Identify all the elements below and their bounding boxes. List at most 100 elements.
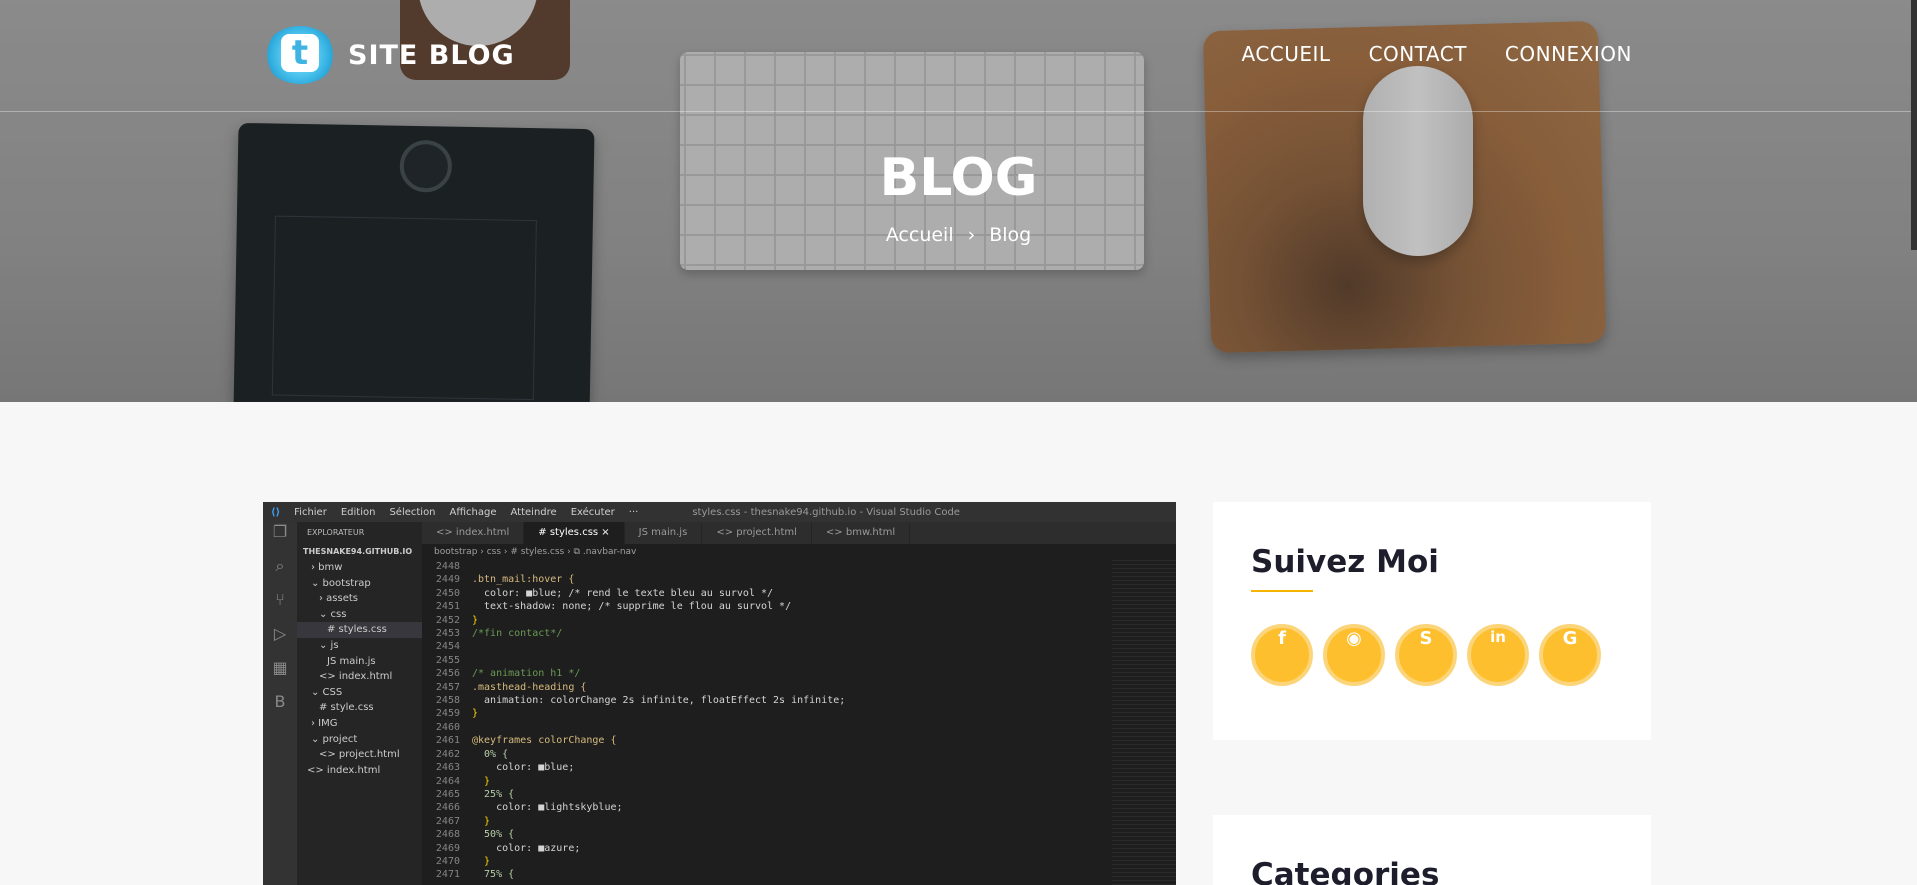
code-text: } bbox=[472, 614, 479, 626]
breadcrumb-current: Blog bbox=[989, 224, 1032, 246]
follow-title: Suivez Moi bbox=[1251, 544, 1439, 580]
explorer-item: <> project.html bbox=[319, 749, 400, 761]
code-line: 2452} bbox=[422, 614, 1112, 627]
code-text: 25% { bbox=[472, 788, 515, 800]
post-featured-image[interactable]: ⟨⟩ Fichier Edition Sélection Affichage A… bbox=[263, 502, 1176, 885]
code-line: 2471 75% { bbox=[422, 868, 1112, 881]
line-number: 2453 bbox=[435, 628, 460, 640]
linkedin-icon[interactable]: in bbox=[1467, 624, 1529, 686]
breadcrumb: Accueil › Blog bbox=[0, 224, 1917, 246]
nav-accueil[interactable]: ACCUEIL bbox=[1242, 42, 1331, 66]
code-text: } bbox=[472, 815, 491, 827]
line-number: 2456 bbox=[435, 668, 460, 680]
line-number: 2448 bbox=[435, 561, 460, 572]
code-text: } bbox=[472, 775, 491, 787]
brand[interactable]: t SITE BLOG bbox=[264, 26, 515, 84]
line-number: 2458 bbox=[435, 695, 460, 707]
line-number: 2450 bbox=[435, 587, 460, 599]
code-text: color: ■blue; /* rend le texte bleu au s… bbox=[472, 587, 774, 599]
vs-tab: <> index.html bbox=[422, 522, 525, 544]
code-line: 2467 } bbox=[422, 815, 1112, 828]
vs-tabs: <> index.html # styles.css × JS main.js … bbox=[422, 522, 1176, 544]
breadcrumb-home[interactable]: Accueil bbox=[886, 224, 954, 246]
code-line: 2468 50% { bbox=[422, 828, 1112, 841]
explorer-item: ⌄ css bbox=[319, 608, 347, 620]
vs-explorer: EXPLORATEUR THESNAKE94.GITHUB.IO › bmw ⌄… bbox=[297, 522, 422, 885]
vs-menu-atteindre: Atteindre bbox=[510, 506, 557, 518]
categories-title: Categories bbox=[1251, 857, 1440, 885]
line-number: 2470 bbox=[435, 855, 460, 867]
code-line: 2462 0% { bbox=[422, 748, 1112, 761]
line-number: 2454 bbox=[435, 641, 460, 653]
main-menu: ACCUEIL CONTACT CONNEXION bbox=[1242, 42, 1633, 66]
line-number: 2455 bbox=[435, 654, 460, 666]
search-icon: ⌕ bbox=[275, 556, 285, 575]
code-line: 2451 text-shadow: none; /* supprime le f… bbox=[422, 600, 1112, 613]
line-number: 2457 bbox=[435, 681, 460, 693]
code-text: 75% { bbox=[472, 869, 515, 881]
explorer-item: <> index.html bbox=[307, 764, 381, 776]
vscode-titlebar: ⟨⟩ Fichier Edition Sélection Affichage A… bbox=[263, 502, 1176, 522]
page-title: BLOG bbox=[879, 148, 1038, 208]
nav-connexion[interactable]: CONNEXION bbox=[1505, 42, 1632, 66]
explorer-item: ⌄ project bbox=[311, 733, 358, 745]
explorer-item: › IMG bbox=[311, 717, 338, 729]
code-text: color: ■blue; bbox=[472, 762, 575, 774]
line-number: 2452 bbox=[435, 614, 460, 626]
line-number: 2467 bbox=[435, 815, 460, 827]
explorer-item: # style.css bbox=[319, 702, 374, 714]
nav-contact[interactable]: CONTACT bbox=[1369, 42, 1467, 66]
line-number: 2465 bbox=[435, 788, 460, 800]
explorer-item: # styles.css bbox=[297, 622, 422, 638]
vs-tab: <> project.html bbox=[702, 522, 812, 544]
vscode-logo-icon: ⟨⟩ bbox=[271, 506, 281, 518]
google-icon[interactable]: G bbox=[1539, 624, 1601, 686]
line-number: 2451 bbox=[435, 601, 460, 613]
explorer-item: ⌄ js bbox=[319, 639, 339, 651]
code-text: @keyframes colorChange { bbox=[472, 735, 617, 747]
vs-menu-fichier: Fichier bbox=[294, 506, 327, 518]
code-text: 50% { bbox=[472, 829, 515, 841]
vs-menu-executer: Exécuter bbox=[570, 506, 615, 518]
code-line: 2454 bbox=[422, 640, 1112, 653]
code-text: /*fin contact*/ bbox=[472, 628, 563, 640]
vs-breadcrumb: bootstrap › css › # styles.css › ⧉ .navb… bbox=[434, 547, 637, 557]
code-line: 2463 color: ■blue; bbox=[422, 761, 1112, 774]
extensions-icon: ▦ bbox=[272, 658, 288, 677]
facebook-icon[interactable]: f bbox=[1251, 624, 1313, 686]
vs-code-editor: 2448 2449 .btn_mail:hover {2450 color: ■bl… bbox=[422, 560, 1112, 885]
code-line: 2470 } bbox=[422, 855, 1112, 868]
brand-name: SITE BLOG bbox=[348, 39, 515, 71]
scrollbar[interactable] bbox=[1911, 0, 1917, 250]
explorer-item: › bmw bbox=[311, 562, 343, 573]
line-number: 2460 bbox=[435, 721, 460, 733]
line-number: 2466 bbox=[435, 802, 460, 814]
line-number: 2459 bbox=[435, 708, 460, 720]
code-line: 2455 bbox=[422, 654, 1112, 667]
code-line: 2457 .masthead-heading { bbox=[422, 681, 1112, 694]
skype-icon[interactable]: S bbox=[1395, 624, 1457, 686]
title-underline bbox=[1251, 590, 1313, 592]
line-number: 2461 bbox=[435, 735, 460, 747]
run-debug-icon: ▷ bbox=[273, 624, 287, 643]
line-number: 2463 bbox=[435, 762, 460, 774]
explorer-item: ⌄ bootstrap bbox=[311, 577, 371, 589]
code-line: 2448 bbox=[422, 560, 1112, 573]
code-line: 2453 /*fin contact*/ bbox=[422, 627, 1112, 640]
files-icon: ❐ bbox=[272, 522, 288, 541]
source-control-icon: ⑂ bbox=[275, 590, 285, 609]
code-text: color: ■azure; bbox=[472, 842, 581, 854]
github-icon[interactable]: ◉ bbox=[1323, 624, 1385, 686]
explorer-root: THESNAKE94.GITHUB.IO bbox=[303, 547, 413, 556]
line-number: 2469 bbox=[435, 842, 460, 854]
social-links: f ◉ S in G bbox=[1251, 624, 1601, 686]
code-line: 2458 animation: colorChange 2s infinite,… bbox=[422, 694, 1112, 707]
explorer-item: JS main.js bbox=[327, 655, 376, 667]
code-line: 2459} bbox=[422, 707, 1112, 720]
explorer-item: ⌄ CSS bbox=[311, 686, 343, 698]
code-line: 2469 color: ■azure; bbox=[422, 842, 1112, 855]
vs-menu-more: ··· bbox=[628, 506, 639, 518]
vs-menu-edition: Edition bbox=[340, 506, 376, 518]
code-line: 2449 .btn_mail:hover { bbox=[422, 573, 1112, 586]
code-text: .btn_mail:hover { bbox=[472, 574, 575, 586]
